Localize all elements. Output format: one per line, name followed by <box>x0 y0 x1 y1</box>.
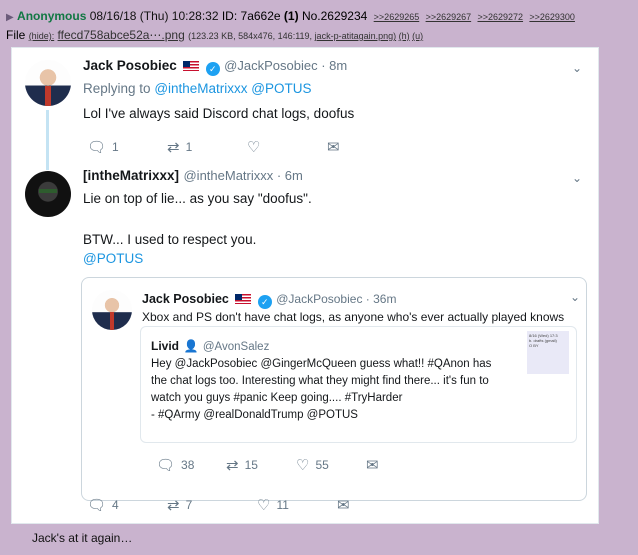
chevron-down-icon: ⌄ <box>570 290 581 304</box>
h-link[interactable]: (h) <box>399 31 410 41</box>
reply-icon: 🗨 <box>87 497 107 514</box>
reply-link[interactable]: >>2629267 <box>426 12 472 22</box>
id-label: ID: <box>221 9 238 23</box>
original-filename-link[interactable]: jack-p-atitagain.png) <box>315 31 397 41</box>
chevron-down-icon: ⌄ <box>572 171 583 185</box>
nested-text: Hey @JackPosobiec @GingerMcQueen guess w… <box>151 358 492 421</box>
quote-header: Jack Posobiec ✓ @JackPosobiec · 36m <box>142 290 396 309</box>
retweet-icon: ⇄ <box>167 497 180 514</box>
tweet-text-line: BTW... I used to respect you. <box>83 232 257 247</box>
post-header: ▶ Anonymous 08/16/18 (Thu) 10:28:32 ID: … <box>6 9 575 23</box>
retweet-icon: ⇄ <box>167 139 180 156</box>
handle: @JackPosobiec · 8m <box>224 58 348 73</box>
heart-icon: ♡ <box>257 497 271 514</box>
reply-links: >>2629265 >>2629267 >>2629272 >>2629300 <box>371 9 575 23</box>
handle: @AvonSalez <box>202 341 270 353</box>
reply-link[interactable]: >>2629265 <box>374 12 420 22</box>
tweet2-header: [intheMatrixxx] @intheMatrixxx · 6m <box>83 167 303 185</box>
like-action: ♡ 11 <box>257 497 289 514</box>
heart-icon: ♡ <box>247 139 261 156</box>
avatar <box>25 171 71 217</box>
display-name: Jack Posobiec <box>83 58 177 73</box>
reply-link[interactable]: >>2629300 <box>529 12 575 22</box>
message-action: ✉ <box>327 138 346 156</box>
tweet1-header: Jack Posobiec ✓ @JackPosobiec · 8m <box>83 57 347 76</box>
poster-id[interactable]: 7a662e <box>241 9 281 23</box>
tweet2-actions: 🗨 4 ⇄ 7 ♡ 11 ✉ <box>87 496 356 514</box>
handle: @JackPosobiec · 36m <box>276 292 397 306</box>
like-action: ♡ 55 <box>296 457 329 474</box>
file-info: File (hide): ffecd758abce52a⋯.png (123.2… <box>6 28 423 42</box>
post-date: 08/16/18 (Thu) 10:28:32 <box>89 9 219 23</box>
like-action: ♡ <box>247 138 327 156</box>
u-link[interactable]: (u) <box>412 31 423 41</box>
mail-icon: ✉ <box>327 139 340 156</box>
reply-action: 🗨 38 <box>156 457 195 474</box>
tweet-text: Lol I've always said Discord chat logs, … <box>83 106 355 121</box>
reply-action: 🗨 1 <box>87 139 119 156</box>
avatar <box>92 290 132 330</box>
retweet-action: ⇄ 15 <box>226 457 258 474</box>
verified-icon: ✓ <box>205 62 220 76</box>
us-flag-icon <box>235 294 252 304</box>
hide-link[interactable]: (hide): <box>29 31 55 41</box>
display-name: Livid <box>151 339 180 353</box>
reply-link[interactable]: >>2629272 <box>477 12 523 22</box>
display-name: [intheMatrixxx] <box>83 168 180 183</box>
reply-action: 🗨 4 <box>87 497 119 514</box>
post-comment: Jack's at it again… <box>32 531 133 545</box>
display-name: Jack Posobiec <box>142 292 229 306</box>
post-toggle-arrow-icon[interactable]: ▶ <box>6 12 14 23</box>
mail-icon: ✉ <box>366 457 379 474</box>
heart-icon: ♡ <box>296 457 310 474</box>
reply-icon: 🗨 <box>156 457 176 474</box>
handle: @intheMatrixxx · 6m <box>183 168 303 183</box>
chevron-down-icon: ⌄ <box>572 61 583 75</box>
post-number[interactable]: No.2629234 <box>302 9 367 23</box>
file-label: File <box>6 28 26 42</box>
reply-icon: 🗨 <box>87 139 107 156</box>
quoted-tweet: Jack Posobiec ✓ @JackPosobiec · 36m ⌄ Xb… <box>81 277 587 501</box>
poster-name: Anonymous <box>17 9 87 23</box>
message-action: ✉ <box>337 496 356 514</box>
nested-tweet: Livid 👤 @AvonSalez Hey @JackPosobiec @Gi… <box>140 326 577 443</box>
retweet-action: ⇄ 7 <box>167 497 193 514</box>
mail-icon: ✉ <box>337 497 350 514</box>
retweet-icon: ⇄ <box>226 457 239 474</box>
thread-line <box>46 110 49 170</box>
file-link[interactable]: ffecd758abce52a⋯.png <box>58 28 185 42</box>
avatar <box>25 60 71 106</box>
mention-link: @POTUS <box>83 251 144 266</box>
retweet-action: ⇄ 1 <box>167 139 193 156</box>
message-action: ✉ <box>366 456 385 474</box>
embedded-image: 8/16 (Wed) 17:3 b. drafts (gmail) O BY <box>527 331 569 374</box>
person-icon: 👤 <box>183 339 199 353</box>
tweet-text-line: Lie on top of lie... as you say "doofus"… <box>83 191 312 206</box>
tweet-screenshot[interactable]: Jack Posobiec ✓ @JackPosobiec · 8m ⌄ Rep… <box>11 47 599 524</box>
nested-header: Livid 👤 @AvonSalez <box>151 337 269 355</box>
id-post-count: (1) <box>283 9 299 23</box>
file-meta: (123.23 KB, 584x476, 146:119, jack-p-ati… <box>188 31 424 41</box>
verified-icon: ✓ <box>257 295 272 309</box>
us-flag-icon <box>183 61 200 71</box>
quote-actions: 🗨 38 ⇄ 15 ♡ 55 ✉ <box>156 456 385 474</box>
tweet1-actions: 🗨 1 ⇄ 1 ♡ ✉ <box>87 138 346 156</box>
tweet-text: Xbox and PS don't have chat logs, as any… <box>142 310 565 324</box>
replying-to: Replying to @intheMatrixxx @POTUS <box>83 81 312 96</box>
